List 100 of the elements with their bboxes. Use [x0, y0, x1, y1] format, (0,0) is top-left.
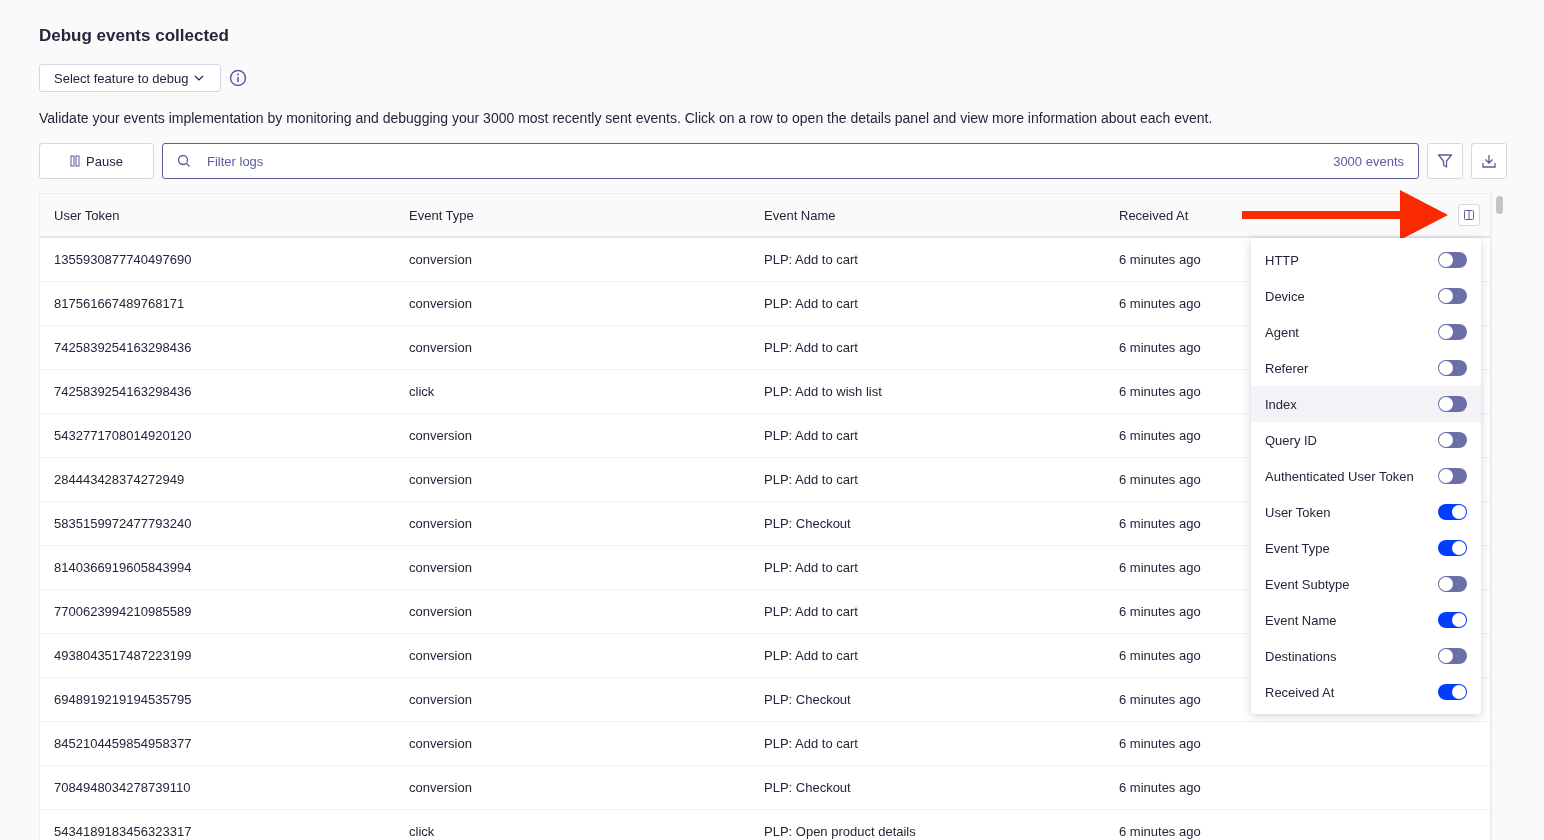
columns-button[interactable]: [1458, 204, 1480, 226]
table-cell: 4938043517487223199: [54, 648, 192, 663]
toggle-switch[interactable]: [1438, 648, 1467, 664]
column-toggle-item[interactable]: Query ID: [1251, 422, 1481, 458]
table-cell: PLP: Open product details: [764, 824, 916, 839]
table-cell: conversion: [409, 516, 472, 531]
table-cell: 5434189183456323317: [54, 824, 192, 839]
table-cell: 6 minutes ago: [1119, 692, 1201, 707]
pause-icon: [70, 155, 81, 167]
table-cell: 6 minutes ago: [1119, 252, 1201, 267]
table-cell: 817561667489768171: [54, 296, 185, 311]
toggle-switch[interactable]: [1438, 252, 1467, 268]
table-cell: 6 minutes ago: [1119, 560, 1201, 575]
download-button[interactable]: [1471, 143, 1507, 179]
column-toggle-item[interactable]: Index: [1251, 386, 1481, 422]
feature-select-dropdown[interactable]: Select feature to debug: [39, 64, 221, 92]
column-header: User Token: [54, 207, 120, 223]
table-cell: conversion: [409, 604, 472, 619]
table-cell: 6 minutes ago: [1119, 780, 1201, 795]
table-cell: 7700623994210985589: [54, 604, 192, 619]
toggle-switch[interactable]: [1438, 684, 1467, 700]
column-header: Event Name: [764, 207, 836, 223]
search-icon: [177, 154, 191, 168]
column-toggle-item[interactable]: Device: [1251, 278, 1481, 314]
table-cell: PLP: Add to cart: [764, 472, 858, 487]
column-toggle-label: Authenticated User Token: [1265, 468, 1414, 484]
filter-logs-field[interactable]: Filter logs 3000 events: [162, 143, 1419, 179]
columns-icon: [1464, 210, 1474, 220]
toggle-switch[interactable]: [1438, 576, 1467, 592]
column-toggle-item[interactable]: Authenticated User Token: [1251, 458, 1481, 494]
table-cell: conversion: [409, 252, 472, 267]
table-cell: PLP: Add to cart: [764, 340, 858, 355]
toggle-switch[interactable]: [1438, 324, 1467, 340]
table-cell: 7425839254163298436: [54, 340, 192, 355]
table-cell: PLP: Add to cart: [764, 428, 858, 443]
column-toggle-item[interactable]: Event Type: [1251, 530, 1481, 566]
column-toggle-label: Event Type: [1265, 540, 1330, 556]
table-cell: PLP: Add to cart: [764, 560, 858, 575]
table-cell: PLP: Checkout: [764, 780, 851, 795]
column-toggle-item[interactable]: Agent: [1251, 314, 1481, 350]
table-cell: conversion: [409, 472, 472, 487]
table-cell: PLP: Add to cart: [764, 296, 858, 311]
column-header: Event Type: [409, 207, 474, 223]
toggle-switch[interactable]: [1438, 288, 1467, 304]
table-cell: conversion: [409, 648, 472, 663]
toggle-switch[interactable]: [1438, 360, 1467, 376]
table-cell: conversion: [409, 780, 472, 795]
column-toggle-item[interactable]: Destinations: [1251, 638, 1481, 674]
table-cell: 5432771708014920120: [54, 428, 192, 443]
table-cell: 6 minutes ago: [1119, 296, 1201, 311]
page-title: Debug events collected: [39, 25, 230, 47]
download-icon: [1481, 153, 1497, 169]
table-cell: 8140366919605843994: [54, 560, 192, 575]
table-cell: PLP: Add to cart: [764, 736, 858, 751]
column-toggle-item[interactable]: Event Subtype: [1251, 566, 1481, 602]
column-toggle-label: Index: [1265, 396, 1297, 412]
toggle-switch[interactable]: [1438, 468, 1467, 484]
table-cell: PLP: Checkout: [764, 516, 851, 531]
table-cell: conversion: [409, 340, 472, 355]
table-cell: PLP: Add to wish list: [764, 384, 882, 399]
table-cell: 6948919219194535795: [54, 692, 192, 707]
toggle-switch[interactable]: [1438, 396, 1467, 412]
caret-icon: [194, 75, 205, 81]
column-toggle-item[interactable]: HTTP: [1251, 242, 1481, 278]
table-cell: PLP: Add to cart: [764, 604, 858, 619]
toggle-switch[interactable]: [1438, 540, 1467, 556]
table-cell: conversion: [409, 560, 472, 575]
column-toggle-label: HTTP: [1265, 252, 1299, 268]
column-toggle-item[interactable]: Received At: [1251, 674, 1481, 710]
table-cell: click: [409, 824, 435, 839]
filter-button[interactable]: [1427, 143, 1463, 179]
table-cell: PLP: Add to cart: [764, 252, 858, 267]
column-toggle-label: Query ID: [1265, 432, 1317, 448]
toggle-switch[interactable]: [1438, 612, 1467, 628]
toggle-switch[interactable]: [1438, 432, 1467, 448]
pause-button[interactable]: Pause: [39, 143, 154, 179]
table-cell: conversion: [409, 428, 472, 443]
column-toggle-label: Device: [1265, 288, 1305, 304]
column-toggle-label: Event Subtype: [1265, 576, 1350, 592]
filter-logs-input[interactable]: Filter logs: [205, 152, 1320, 170]
column-toggle-label: Referer: [1265, 360, 1309, 376]
table-cell: click: [409, 384, 435, 399]
description-text: Validate your events implementation by monitoring and debugging your 3000 most recently sent events. Click on a row to open the details panel and view more information about each event.: [39, 109, 1214, 127]
table-cell: 7084948034278739110: [54, 780, 191, 795]
table-cell: PLP: Checkout: [764, 692, 851, 707]
table-cell: 6 minutes ago: [1119, 384, 1201, 399]
table-cell: 6 minutes ago: [1119, 428, 1201, 443]
table-cell: 6 minutes ago: [1119, 472, 1201, 487]
table-cell: 6 minutes ago: [1119, 736, 1201, 751]
toggle-switch[interactable]: [1438, 504, 1467, 520]
scrollbar-thumb[interactable]: [1496, 196, 1503, 214]
info-icon[interactable]: [229, 69, 247, 87]
column-toggle-item[interactable]: Referer: [1251, 350, 1481, 386]
column-toggle-label: User Token: [1265, 504, 1331, 520]
table-cell: conversion: [409, 296, 472, 311]
column-toggle-label: Destinations: [1265, 648, 1337, 664]
column-toggle-item[interactable]: User Token: [1251, 494, 1481, 530]
table-cell: conversion: [409, 692, 472, 707]
table-cell: 7425839254163298436: [54, 384, 192, 399]
column-toggle-item[interactable]: Event Name: [1251, 602, 1481, 638]
